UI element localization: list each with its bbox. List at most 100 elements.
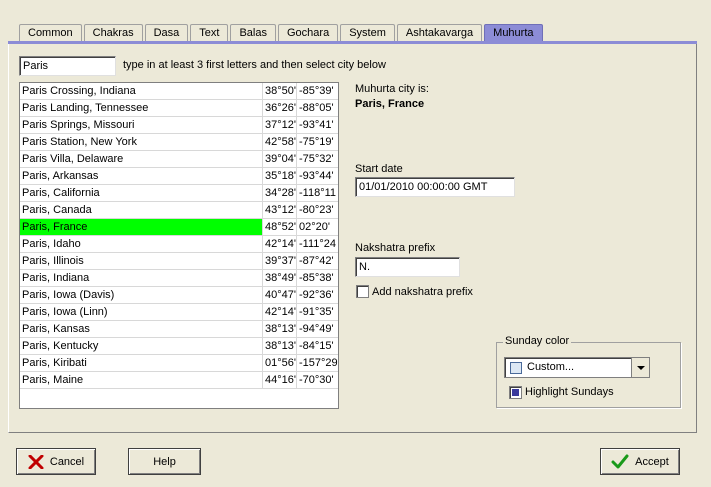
city-longitude: -93°44' xyxy=(299,170,334,182)
city-latitude: 39°04' xyxy=(265,151,297,167)
city-latitude: 38°13' xyxy=(265,338,297,354)
muhurta-city-label: Muhurta city is: xyxy=(355,83,429,95)
city-latitude: 37°12' xyxy=(265,117,297,133)
city-longitude: -84°15' xyxy=(299,340,334,352)
start-date-input[interactable]: 01/01/2010 00:00:00 GMT xyxy=(355,177,515,197)
sunday-color-group: Sunday color Custom... Highlight Sundays xyxy=(496,335,681,408)
city-longitude: -75°32' xyxy=(299,153,334,165)
help-button[interactable]: Help xyxy=(128,448,201,475)
tab-bar: Common Chakras Dasa Text Balas Gochara System A… xyxy=(19,24,545,42)
list-item[interactable]: Paris, Iowa (Davis) 40°47' -92°36' xyxy=(20,287,338,304)
chevron-down-icon[interactable] xyxy=(631,358,649,377)
nakshatra-prefix-label: Nakshatra prefix xyxy=(355,242,436,254)
list-item[interactable]: Paris, Illinois 39°37' -87°42' xyxy=(20,253,338,270)
city-latitude: 42°58' xyxy=(265,134,297,150)
city-longitude: -87°42' xyxy=(299,255,334,267)
list-item[interactable]: Paris, Kansas 38°13' -94°49' xyxy=(20,321,338,338)
city-name: Paris, France xyxy=(20,219,263,235)
city-latitude: 35°18' xyxy=(265,168,297,184)
city-latitude: 42°14' xyxy=(265,304,297,320)
tab-chakras[interactable]: Chakras xyxy=(83,24,143,42)
city-name: Paris Crossing, Indiana xyxy=(20,83,263,99)
add-nakshatra-prefix-label: Add nakshatra prefix xyxy=(372,286,473,298)
city-latitude: 40°47' xyxy=(265,287,297,303)
help-button-label: Help xyxy=(153,455,176,468)
tab-ashtakavarga[interactable]: Ashtakavarga xyxy=(396,24,483,42)
close-icon xyxy=(28,454,44,469)
tab-balas[interactable]: Balas xyxy=(230,24,276,42)
tab-gochara[interactable]: Gochara xyxy=(278,24,339,42)
accept-button[interactable]: Accept xyxy=(600,448,680,475)
city-latitude: 01°56' xyxy=(265,355,297,371)
city-latitude: 43°12' xyxy=(265,202,297,218)
city-name: Paris, Arkansas xyxy=(20,168,263,184)
list-item[interactable]: Paris, Canada 43°12' -80°23' xyxy=(20,202,338,219)
list-item[interactable]: Paris, Indiana 38°49' -85°38' xyxy=(20,270,338,287)
tab-dasa[interactable]: Dasa xyxy=(144,24,189,42)
muhurta-city-value: Paris, France xyxy=(355,98,425,110)
add-nakshatra-prefix-checkbox[interactable] xyxy=(356,285,369,298)
checkmark-icon xyxy=(611,454,629,468)
list-item[interactable]: Paris, Maine 44°16' -70°30' xyxy=(20,372,338,389)
start-date-label: Start date xyxy=(355,163,403,175)
city-longitude: -93°41' xyxy=(299,119,334,131)
city-longitude: -88°05' xyxy=(299,102,334,114)
city-search-input[interactable] xyxy=(19,56,116,76)
list-item[interactable]: Paris, Idaho 42°14' -111°24 xyxy=(20,236,338,253)
city-latitude: 34°28' xyxy=(265,185,297,201)
highlight-sundays-checkbox[interactable] xyxy=(509,386,522,399)
city-name: Paris Station, New York xyxy=(20,134,263,150)
tab-muhurta[interactable]: Muhurta xyxy=(484,24,543,42)
city-latitude: 38°13' xyxy=(265,321,297,337)
city-name: Paris, Kiribati xyxy=(20,355,263,371)
city-name: Paris, Idaho xyxy=(20,236,263,252)
accept-button-label: Accept xyxy=(635,455,669,468)
list-item[interactable]: Paris Villa, Delaware 39°04' -75°32' xyxy=(20,151,338,168)
city-latitude: 48°52' xyxy=(265,219,297,235)
city-name: Paris, Canada xyxy=(20,202,263,218)
city-search-hint: type in at least 3 first letters and the… xyxy=(123,59,386,71)
cancel-button[interactable]: Cancel xyxy=(16,448,96,475)
city-latitude: 44°16' xyxy=(265,372,297,388)
list-item[interactable]: Paris, Kentucky 38°13' -84°15' xyxy=(20,338,338,355)
sunday-color-select[interactable]: Custom... xyxy=(504,357,650,378)
list-item[interactable]: Paris Springs, Missouri 37°12' -93°41' xyxy=(20,117,338,134)
cancel-button-label: Cancel xyxy=(49,455,85,468)
city-longitude: -70°30' xyxy=(299,374,334,386)
list-item[interactable]: Paris Station, New York 42°58' -75°19' xyxy=(20,134,338,151)
city-name: Paris, Iowa (Linn) xyxy=(20,304,263,320)
city-name: Paris, Kansas xyxy=(20,321,263,337)
nakshatra-prefix-input[interactable]: N. xyxy=(355,257,460,277)
sunday-color-title: Sunday color xyxy=(503,335,572,347)
city-latitude: 38°49' xyxy=(265,270,297,286)
color-swatch xyxy=(510,362,522,374)
list-item[interactable]: Paris, Kiribati 01°56' -157°29 xyxy=(20,355,338,372)
city-list[interactable]: Paris Crossing, Indiana 38°50' -85°39' Pari… xyxy=(19,82,339,409)
tab-text[interactable]: Text xyxy=(190,24,229,42)
sunday-color-value: Custom... xyxy=(527,361,575,373)
list-item[interactable]: Paris Landing, Tennessee 36°26' -88°05' xyxy=(20,100,338,117)
city-latitude: 38°50' xyxy=(265,83,297,99)
city-name: Paris Villa, Delaware xyxy=(20,151,263,167)
city-name: Paris Landing, Tennessee xyxy=(20,100,263,116)
city-latitude: 42°14' xyxy=(265,236,297,252)
list-item[interactable]: Paris Crossing, Indiana 38°50' -85°39' xyxy=(20,83,338,100)
city-longitude: -75°19' xyxy=(299,136,334,148)
list-item[interactable]: Paris, California 34°28' -118°11 xyxy=(20,185,338,202)
highlight-sundays-label: Highlight Sundays xyxy=(525,386,614,398)
tab-system[interactable]: System xyxy=(340,24,395,42)
city-name: Paris Springs, Missouri xyxy=(20,117,263,133)
city-name: Paris, Illinois xyxy=(20,253,263,269)
list-item[interactable]: Paris, Arkansas 35°18' -93°44' xyxy=(20,168,338,185)
city-longitude: -111°24 xyxy=(299,238,337,250)
city-name: Paris, Indiana xyxy=(20,270,263,286)
city-longitude: -91°35' xyxy=(299,306,334,318)
list-item[interactable]: Paris, Iowa (Linn) 42°14' -91°35' xyxy=(20,304,338,321)
city-name: Paris, Kentucky xyxy=(20,338,263,354)
city-longitude: -118°11 xyxy=(299,187,337,199)
tab-common[interactable]: Common xyxy=(19,24,82,42)
city-longitude: 02°20' xyxy=(299,221,330,233)
city-longitude: -85°38' xyxy=(299,272,334,284)
list-item[interactable]: Paris, France 48°52' 02°20' xyxy=(20,219,338,236)
city-name: Paris, California xyxy=(20,185,263,201)
